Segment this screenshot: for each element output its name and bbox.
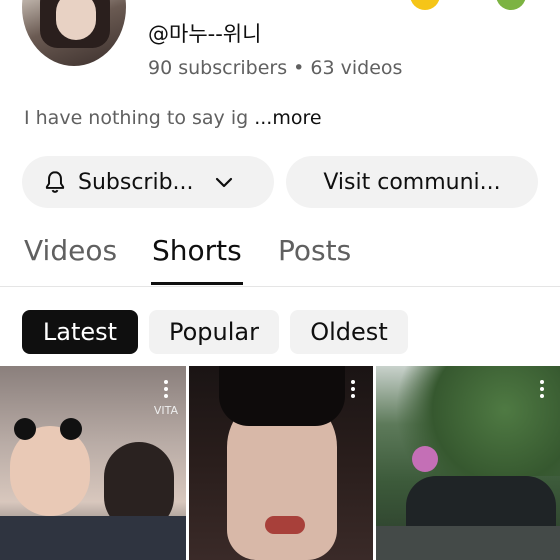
more-vert-icon[interactable] (351, 380, 355, 400)
thumb-watermark: VITA (153, 404, 178, 417)
bell-icon (45, 171, 65, 193)
active-tab-indicator (151, 282, 243, 285)
leaf-emoji-icon (496, 0, 526, 10)
thumb-road (376, 526, 560, 560)
chip-latest[interactable]: Latest (22, 310, 138, 354)
thumb-flowers (412, 446, 438, 472)
thumb-shirt (0, 516, 186, 560)
channel-stats: 90 subscribers • 63 videos (148, 57, 403, 79)
short-thumbnail[interactable] (189, 366, 373, 560)
channel-avatar[interactable] (22, 0, 126, 66)
tab-shorts[interactable]: Shorts (152, 234, 242, 267)
subscribe-label: Subscrib... (78, 169, 194, 195)
channel-handle: @마누--위니 (148, 22, 262, 46)
thumb-ear (14, 418, 36, 440)
more-vert-icon[interactable] (540, 380, 544, 400)
channel-tabs: Videos Shorts Posts (0, 228, 560, 287)
chip-popular[interactable]: Popular (149, 310, 279, 354)
avatar-face (56, 0, 96, 40)
visit-community-label: Visit communi... (323, 169, 501, 195)
chevron-down-icon (215, 177, 232, 188)
emoji-icon (410, 0, 440, 10)
more-vert-icon[interactable] (164, 380, 168, 400)
channel-bio[interactable]: I have nothing to say ig ...more (24, 107, 322, 129)
thumb-trees (376, 366, 560, 476)
thumb-bangs (219, 366, 345, 426)
short-thumbnail[interactable]: VITA (0, 366, 186, 560)
tab-videos[interactable]: Videos (24, 234, 117, 267)
chip-oldest[interactable]: Oldest (290, 310, 408, 354)
short-thumbnail[interactable] (376, 366, 560, 560)
thumb-ear (60, 418, 82, 440)
bio-more-link[interactable]: ...more (254, 107, 321, 129)
tab-posts[interactable]: Posts (278, 234, 351, 267)
bio-text: I have nothing to say ig (24, 107, 249, 129)
thumb-lips (265, 516, 305, 534)
visit-community-button[interactable]: Visit communi... (286, 156, 538, 208)
subscribe-button[interactable]: Subscrib... (22, 156, 274, 208)
